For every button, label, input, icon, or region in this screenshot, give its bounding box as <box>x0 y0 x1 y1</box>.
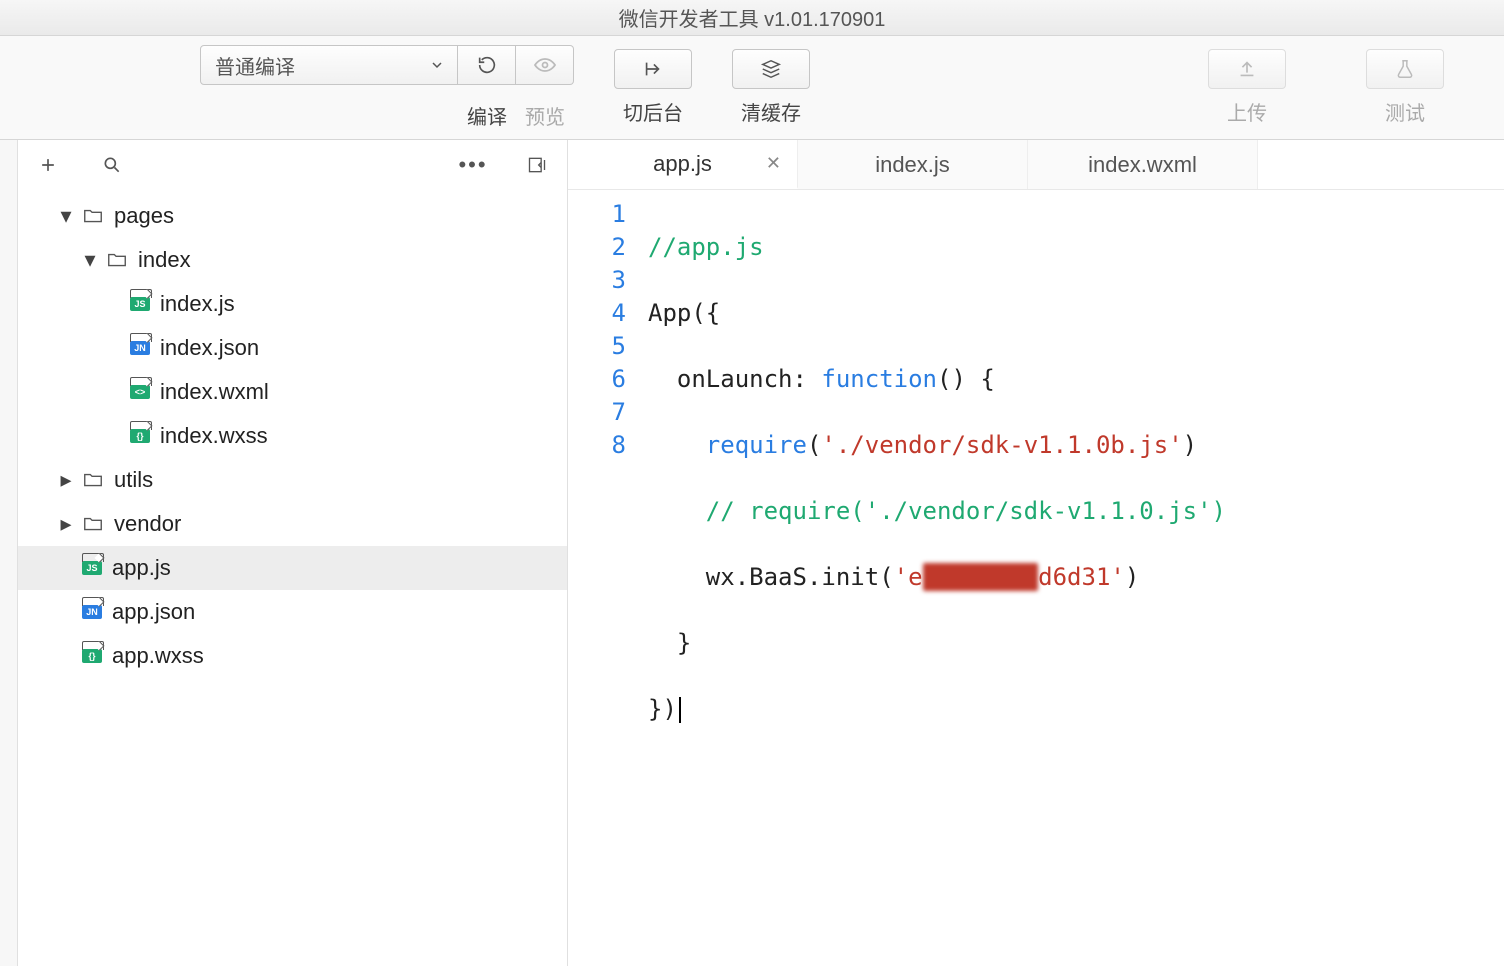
file-app-wxss[interactable]: {} app.wxss <box>18 634 567 678</box>
folder-icon <box>82 205 104 227</box>
layers-icon <box>760 58 782 80</box>
line-gutter: 12345678 <box>568 190 640 966</box>
compile-mode-label: 普通编译 <box>215 51 295 80</box>
wxml-file-icon: <> <box>130 385 150 399</box>
collapse-panel-icon[interactable] <box>525 153 549 177</box>
file-index-wxss[interactable]: {} index.wxss <box>18 414 567 458</box>
file-index-wxml[interactable]: <> index.wxml <box>18 370 567 414</box>
folder-pages[interactable]: ▾ pages <box>18 194 567 238</box>
clearcache-label: 清缓存 <box>741 97 801 126</box>
chevron-right-icon: ▸ <box>56 467 76 493</box>
tab-index-js[interactable]: index.js <box>798 140 1028 189</box>
chevron-right-icon: ▸ <box>56 511 76 537</box>
folder-index[interactable]: ▾ index <box>18 238 567 282</box>
folder-vendor[interactable]: ▸ vendor <box>18 502 567 546</box>
file-tree: ▾ pages ▾ index JS index.js JN index.jso… <box>18 190 567 966</box>
editor-tabs: app.js ✕ index.js index.wxml <box>568 140 1504 190</box>
text-cursor <box>679 697 681 723</box>
more-icon[interactable]: ••• <box>461 153 485 177</box>
folder-icon <box>82 513 104 535</box>
compile-mode-select[interactable]: 普通编译 <box>200 45 458 85</box>
chevron-down-icon: ▾ <box>80 247 100 273</box>
compile-label: 编译 <box>458 101 516 130</box>
chevron-down-icon: ▾ <box>56 203 76 229</box>
code-editor[interactable]: 12345678 //app.js App({ onLaunch: functi… <box>568 190 1504 966</box>
upload-group: 上传 <box>1208 49 1286 126</box>
file-app-json[interactable]: JN app.json <box>18 590 567 634</box>
file-index-json[interactable]: JN index.json <box>18 326 567 370</box>
upload-button[interactable] <box>1208 49 1286 89</box>
file-explorer: ••• ▾ pages ▾ index JS index.js JN <box>18 140 568 966</box>
search-icon[interactable] <box>100 153 124 177</box>
test-label: 测试 <box>1385 97 1425 126</box>
tab-index-wxml[interactable]: index.wxml <box>1028 140 1258 189</box>
wxss-file-icon: {} <box>82 649 102 663</box>
tab-label: app.js <box>653 151 712 177</box>
tab-app-js[interactable]: app.js ✕ <box>568 140 798 189</box>
tab-label: index.js <box>875 152 950 178</box>
clearcache-group: 清缓存 <box>732 49 810 126</box>
background-label: 切后台 <box>623 97 683 126</box>
refresh-icon <box>476 54 498 76</box>
js-file-icon: JS <box>130 297 150 311</box>
toolbar: 普通编译 编译 预览 切后台 清缓存 <box>0 36 1504 140</box>
upload-label: 上传 <box>1227 97 1267 126</box>
main: ••• ▾ pages ▾ index JS index.js JN <box>0 140 1504 966</box>
js-file-icon: JS <box>82 561 102 575</box>
file-index-js[interactable]: JS index.js <box>18 282 567 326</box>
test-group: 测试 <box>1366 49 1444 126</box>
preview-label: 预览 <box>516 101 574 130</box>
test-button[interactable] <box>1366 49 1444 89</box>
new-file-icon[interactable] <box>36 153 60 177</box>
chevron-down-icon <box>431 59 443 71</box>
editor-area: app.js ✕ index.js index.wxml 12345678 //… <box>568 140 1504 966</box>
window-title: 微信开发者工具 v1.01.170901 <box>619 3 886 32</box>
code-content[interactable]: //app.js App({ onLaunch: function() { re… <box>640 190 1226 966</box>
background-button[interactable] <box>614 49 692 89</box>
exit-icon <box>642 58 664 80</box>
eye-icon <box>533 53 557 77</box>
folder-icon <box>82 469 104 491</box>
background-group: 切后台 <box>614 49 692 126</box>
json-file-icon: JN <box>82 605 102 619</box>
close-icon[interactable]: ✕ <box>766 153 781 174</box>
folder-icon <box>106 249 128 271</box>
explorer-toolbar: ••• <box>18 140 567 190</box>
compile-button[interactable] <box>458 45 516 85</box>
flask-icon <box>1394 58 1416 80</box>
clearcache-button[interactable] <box>732 49 810 89</box>
upload-icon <box>1236 58 1258 80</box>
folder-utils[interactable]: ▸ utils <box>18 458 567 502</box>
json-file-icon: JN <box>130 341 150 355</box>
preview-button[interactable] <box>516 45 574 85</box>
compile-group: 普通编译 编译 预览 <box>200 45 574 130</box>
wxss-file-icon: {} <box>130 429 150 443</box>
left-gutter <box>0 140 18 966</box>
file-app-js[interactable]: JS app.js <box>18 546 567 590</box>
tab-label: index.wxml <box>1088 152 1197 178</box>
window-titlebar: 微信开发者工具 v1.01.170901 <box>0 0 1504 36</box>
